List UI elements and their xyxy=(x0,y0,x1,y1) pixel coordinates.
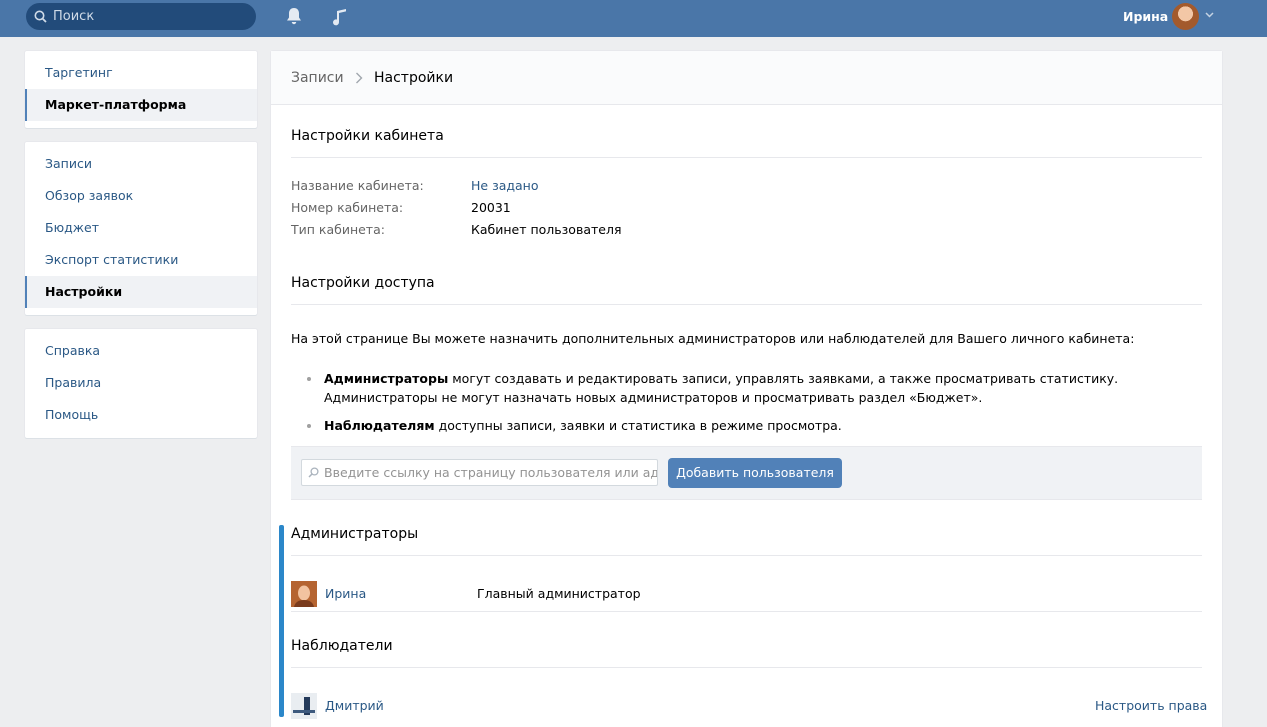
sidebar-item-targeting[interactable]: Таргетинг xyxy=(25,57,257,89)
sidebar-item-requests[interactable]: Обзор заявок xyxy=(25,180,257,212)
sidebar-item-settings[interactable]: Настройки xyxy=(25,276,257,308)
sidebar-item-export[interactable]: Экспорт статистики xyxy=(25,244,257,276)
sidebar-block-help: Справка Правила Помощь xyxy=(25,329,257,438)
field-value: 20031 xyxy=(471,200,511,215)
sidebar-item-reference[interactable]: Справка xyxy=(25,335,257,367)
chevron-down-icon[interactable] xyxy=(1205,12,1214,18)
sidebar-item-help[interactable]: Помощь xyxy=(25,399,257,431)
observer-row: Дмитрий xyxy=(291,693,1202,719)
administrators-title: Администраторы xyxy=(291,520,1202,556)
bullet-observers: Наблюдателям доступны записи, заявки и с… xyxy=(307,416,842,435)
admin-row: Ирина Главный администратор xyxy=(291,581,1202,607)
breadcrumb: Записи Настройки xyxy=(271,51,1222,105)
search-icon xyxy=(34,10,47,23)
bullet-text: доступны записи, заявки и статистика в р… xyxy=(434,418,842,433)
sidebar-block-cabinet: Записи Обзор заявок Бюджет Экспорт стати… xyxy=(25,142,257,315)
search-icon xyxy=(308,467,319,478)
sidebar-block-ads: Таргетинг Маркет-платформа xyxy=(25,51,257,128)
section-accent-line xyxy=(279,525,284,717)
admin-role: Главный администратор xyxy=(477,586,641,601)
bullet-text: могут создавать и редактировать записи, … xyxy=(448,371,1119,386)
sidebar-item-market-platform[interactable]: Маркет-платформа xyxy=(25,89,257,121)
search-input[interactable]: Поиск xyxy=(26,3,256,30)
top-bar: Поиск Ирина xyxy=(0,0,1267,37)
field-label: Тип кабинета: xyxy=(291,222,385,237)
breadcrumb-current: Настройки xyxy=(374,70,454,86)
bullet-bold: Администраторы xyxy=(324,371,449,386)
cabinet-settings-title: Настройки кабинета xyxy=(291,122,1202,158)
sidebar-item-budget[interactable]: Бюджет xyxy=(25,212,257,244)
user-avatar[interactable] xyxy=(1172,3,1199,30)
bullet-text: Администраторы не могут назначать новых … xyxy=(324,390,983,405)
breadcrumb-parent[interactable]: Записи xyxy=(291,51,344,105)
cabinet-name-link[interactable]: Не задано xyxy=(471,175,539,197)
field-value: Кабинет пользователя xyxy=(471,222,622,237)
observer-name-link[interactable]: Дмитрий xyxy=(325,693,384,719)
search-placeholder: Поиск xyxy=(53,9,95,24)
user-name[interactable]: Ирина xyxy=(1123,0,1168,33)
sidebar-item-posts[interactable]: Записи xyxy=(25,148,257,180)
configure-rights-link[interactable]: Настроить права xyxy=(1095,693,1207,719)
avatar[interactable] xyxy=(291,581,317,607)
sidebar-item-rules[interactable]: Правила xyxy=(25,367,257,399)
user-link-input[interactable]: Введите ссылку на страницу пользователя … xyxy=(301,459,658,486)
divider xyxy=(291,611,1202,612)
chevron-right-icon xyxy=(356,72,363,84)
bell-icon[interactable] xyxy=(285,7,303,26)
observers-title: Наблюдатели xyxy=(291,632,1202,668)
bullet-bold: Наблюдателям xyxy=(324,418,435,433)
add-user-bar: Введите ссылку на страницу пользователя … xyxy=(291,446,1202,500)
access-settings-title: Настройки доступа xyxy=(291,269,1202,305)
add-user-button[interactable]: Добавить пользователя xyxy=(668,458,842,488)
field-label: Номер кабинета: xyxy=(291,200,404,215)
bullet-administrators: Администраторы могут создавать и редакти… xyxy=(306,369,1119,407)
admin-name-link[interactable]: Ирина xyxy=(325,581,366,607)
field-label: Название кабинета: xyxy=(291,178,424,193)
music-icon[interactable] xyxy=(331,7,349,26)
input-placeholder: Введите ссылку на страницу пользователя … xyxy=(324,465,658,480)
main-panel: Записи Настройки Настройки кабинета Назв… xyxy=(271,51,1222,727)
avatar[interactable] xyxy=(291,693,317,719)
access-intro-text: На этой странице Вы можете назначить доп… xyxy=(291,331,1135,346)
